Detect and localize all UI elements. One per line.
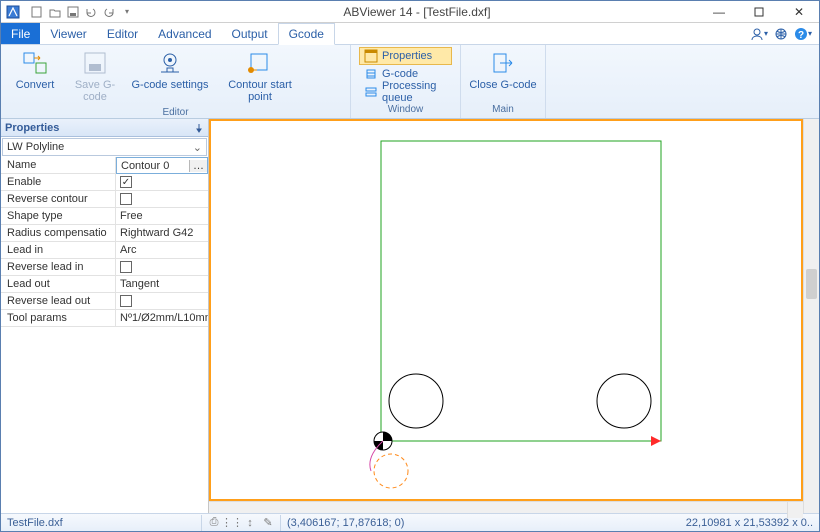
status-icon-2[interactable]: ⋮⋮ [224,515,240,531]
menubar: File Viewer Editor Advanced Output Gcode… [1,23,819,45]
status-coords: (3,406167; 17,87618; 0) [281,517,410,529]
main-area: Properties LW Polyline ⌄ Name Contour 0…… [1,119,819,513]
prop-row-reverse-lead-in[interactable]: Reverse lead in [1,259,208,276]
tab-advanced[interactable]: Advanced [148,23,221,44]
world-icon[interactable] [771,24,791,44]
ribbon-properties-button[interactable]: Properties [359,47,452,65]
vertical-scrollbar[interactable] [803,119,819,513]
tab-viewer[interactable]: Viewer [40,23,96,44]
gear-icon [156,49,184,77]
prop-row-lead-out[interactable]: Lead out Tangent [1,276,208,293]
ribbon: Convert Save G-code G-code settings Cont… [1,45,819,119]
quick-access-toolbar: ▾ [29,4,135,20]
entity-select[interactable]: LW Polyline ⌄ [2,138,207,156]
canvas-wrap [209,119,819,513]
redo-icon[interactable] [101,4,117,20]
new-icon[interactable] [29,4,45,20]
minimize-button[interactable]: — [699,1,739,23]
properties-panel: Properties LW Polyline ⌄ Name Contour 0…… [1,119,209,513]
horizontal-scrollbar[interactable] [209,501,803,513]
ribbon-processing-queue-button[interactable]: Processing queue [359,83,452,101]
contour-start-button[interactable]: Contour start point [215,47,305,105]
exit-icon [489,49,517,77]
help-icon[interactable]: ?▾ [793,24,813,44]
gcode-settings-button[interactable]: G-code settings [125,47,215,93]
tab-editor[interactable]: Editor [97,23,148,44]
reverse-lead-out-checkbox[interactable] [120,295,132,307]
close-button[interactable]: ✕ [779,1,819,23]
undo-icon[interactable] [83,4,99,20]
open-icon[interactable] [47,4,63,20]
user-icon[interactable]: ▾ [749,24,769,44]
statusbar: TestFile.dxf ⎙ ⋮⋮ ↕ ✎ (3,406167; 17,8761… [1,513,819,531]
pin-icon[interactable] [194,123,204,133]
drawing-canvas[interactable] [209,119,803,501]
prop-row-enable[interactable]: Enable ✓ [1,174,208,191]
convert-button[interactable]: Convert [5,47,65,93]
save-gcode-button[interactable]: Save G-code [65,47,125,105]
svg-text:?: ? [798,30,804,41]
titlebar: ▾ ABViewer 14 - [TestFile.dxf] — ✕ [1,1,819,23]
prop-row-tool-params[interactable]: Tool params Nº1/Ø2mm/L10mm [1,310,208,327]
save-icon[interactable] [65,4,81,20]
status-dims: 22,10981 x 21,53392 x 0.. [680,517,819,529]
contour-start-icon [246,49,274,77]
save-gcode-icon [81,49,109,77]
status-icons: ⎙ ⋮⋮ ↕ ✎ [201,515,281,531]
window-title: ABViewer 14 - [TestFile.dxf] [135,5,699,19]
drawing-svg [211,121,801,499]
ellipsis-button[interactable]: … [189,160,207,172]
tab-output[interactable]: Output [222,23,278,44]
prop-row-reverse-lead-out[interactable]: Reverse lead out [1,293,208,310]
status-icon-1[interactable]: ⎙ [206,515,222,531]
status-icon-3[interactable]: ↕ [242,515,258,531]
chevron-down-icon: ⌄ [193,141,202,154]
status-icon-4[interactable]: ✎ [260,515,276,531]
reverse-contour-checkbox[interactable] [120,193,132,205]
prop-row-name[interactable]: Name Contour 0… [1,157,208,174]
close-gcode-button[interactable]: Close G-code [465,47,541,93]
prop-row-reverse-contour[interactable]: Reverse contour [1,191,208,208]
properties-header: Properties [1,119,208,137]
prop-row-shape-type[interactable]: Shape type Free [1,208,208,225]
properties-grid: Name Contour 0… Enable ✓ Reverse contour… [1,157,208,513]
reverse-lead-in-checkbox[interactable] [120,261,132,273]
properties-icon [364,49,378,63]
prop-row-lead-in[interactable]: Lead in Arc [1,242,208,259]
maximize-button[interactable] [739,1,779,23]
ribbon-group-window: Window [351,104,460,118]
processing-queue-icon [364,85,378,99]
app-icon [5,4,21,20]
convert-icon [21,49,49,77]
gcode-icon [364,67,378,81]
tab-file[interactable]: File [1,23,40,44]
window-controls: — ✕ [699,1,819,23]
ribbon-group-editor: Editor [1,107,350,118]
status-file: TestFile.dxf [1,517,201,529]
enable-checkbox[interactable]: ✓ [120,176,132,188]
tab-gcode[interactable]: Gcode [278,23,335,45]
ribbon-group-main: Main [461,104,545,118]
qat-dropdown-icon[interactable]: ▾ [119,4,135,20]
prop-row-radius-comp[interactable]: Radius compensatio Rightward G42 [1,225,208,242]
